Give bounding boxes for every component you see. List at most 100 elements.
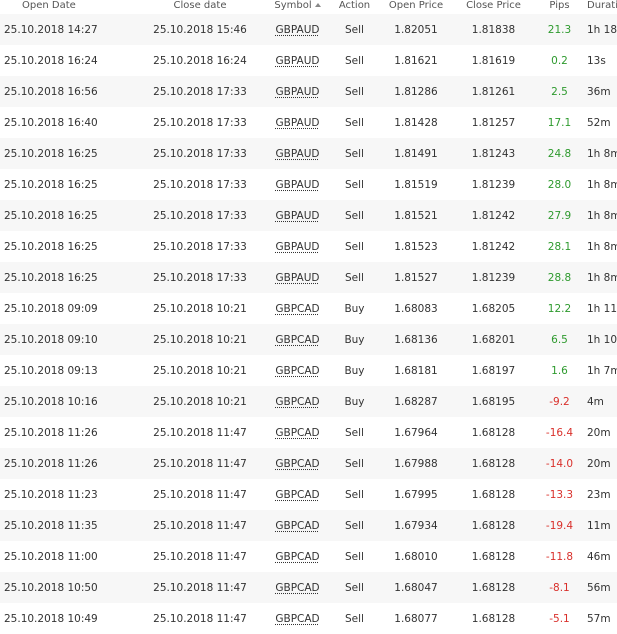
symbol-link[interactable]: GBPAUD xyxy=(276,148,320,160)
pips-cell: 28.0 xyxy=(532,169,587,200)
symbol-link[interactable]: GBPAUD xyxy=(276,117,320,129)
symbol-link[interactable]: GBPCAD xyxy=(275,396,319,408)
column-header-close-date[interactable]: Close date xyxy=(137,0,263,14)
open-price-cell: 1.67995 xyxy=(377,479,455,510)
symbol-cell: GBPCAD xyxy=(263,448,332,479)
close-price-cell: 1.81242 xyxy=(455,200,532,231)
close-date-cell: 25.10.2018 11:47 xyxy=(137,572,263,603)
open-price-cell: 1.82051 xyxy=(377,14,455,45)
symbol-link[interactable]: GBPAUD xyxy=(276,55,320,67)
action-cell: Buy xyxy=(332,355,377,386)
close-price-cell: 1.68128 xyxy=(455,572,532,603)
action-cell: Sell xyxy=(332,14,377,45)
pips-cell: 24.8 xyxy=(532,138,587,169)
column-header-symbol[interactable]: Symbol xyxy=(263,0,332,14)
close-date-cell: 25.10.2018 10:21 xyxy=(137,355,263,386)
symbol-cell: GBPCAD xyxy=(263,355,332,386)
symbol-link[interactable]: GBPCAD xyxy=(275,303,319,315)
symbol-link[interactable]: GBPAUD xyxy=(276,210,320,222)
column-header-close-price[interactable]: Close Price xyxy=(455,0,532,14)
symbol-link[interactable]: GBPCAD xyxy=(275,489,319,501)
duration-cell: 1h 8m xyxy=(587,231,617,262)
pips-cell: -13.3 xyxy=(532,479,587,510)
action-cell: Sell xyxy=(332,448,377,479)
column-header-open-price[interactable]: Open Price xyxy=(377,0,455,14)
close-price-cell: 1.68201 xyxy=(455,324,532,355)
close-price-cell: 1.68205 xyxy=(455,293,532,324)
close-price-cell: 1.81242 xyxy=(455,231,532,262)
close-date-cell: 25.10.2018 16:24 xyxy=(137,45,263,76)
pips-cell: -8.1 xyxy=(532,572,587,603)
symbol-link[interactable]: GBPAUD xyxy=(276,24,320,36)
open-date-cell: 25.10.2018 16:25 xyxy=(0,231,137,262)
open-date-cell: 25.10.2018 16:25 xyxy=(0,262,137,293)
close-date-cell: 25.10.2018 17:33 xyxy=(137,76,263,107)
symbol-cell: GBPCAD xyxy=(263,510,332,541)
symbol-cell: GBPAUD xyxy=(263,107,332,138)
open-date-cell: 25.10.2018 11:23 xyxy=(0,479,137,510)
action-cell: Sell xyxy=(332,76,377,107)
close-price-cell: 1.81261 xyxy=(455,76,532,107)
duration-cell: 1h 8m xyxy=(587,200,617,231)
close-date-cell: 25.10.2018 17:33 xyxy=(137,262,263,293)
column-header-pips[interactable]: Pips xyxy=(532,0,587,14)
table-row: 25.10.2018 10:49 25.10.2018 11:47 GBPCAD Se… xyxy=(0,603,617,634)
column-header-open-date[interactable]: Open Date xyxy=(0,0,137,14)
symbol-link[interactable]: GBPCAD xyxy=(275,551,319,563)
open-date-cell: 25.10.2018 16:56 xyxy=(0,76,137,107)
symbol-link[interactable]: GBPCAD xyxy=(275,427,319,439)
open-date-cell: 25.10.2018 10:50 xyxy=(0,572,137,603)
pips-cell: -19.4 xyxy=(532,510,587,541)
duration-cell: 46m xyxy=(587,541,617,572)
table-row: 25.10.2018 14:27 25.10.2018 15:46 GBPAUD Se… xyxy=(0,14,617,45)
close-date-cell: 25.10.2018 11:47 xyxy=(137,510,263,541)
symbol-link[interactable]: GBPCAD xyxy=(275,582,319,594)
symbol-link[interactable]: GBPAUD xyxy=(276,272,320,284)
close-price-cell: 1.68195 xyxy=(455,386,532,417)
pips-cell: -5.1 xyxy=(532,603,587,634)
close-price-cell: 1.81838 xyxy=(455,14,532,45)
close-price-cell: 1.81257 xyxy=(455,107,532,138)
duration-cell: 23m xyxy=(587,479,617,510)
open-price-cell: 1.81523 xyxy=(377,231,455,262)
column-header-duration[interactable]: Duration xyxy=(587,0,617,14)
pips-cell: 17.1 xyxy=(532,107,587,138)
symbol-link[interactable]: GBPCAD xyxy=(275,365,319,377)
symbol-link[interactable]: GBPAUD xyxy=(276,241,320,253)
header-row: Open Date Close date Symbol Action Open … xyxy=(0,0,617,14)
action-cell: Sell xyxy=(332,45,377,76)
close-price-cell: 1.68128 xyxy=(455,510,532,541)
open-price-cell: 1.67934 xyxy=(377,510,455,541)
close-date-cell: 25.10.2018 11:47 xyxy=(137,603,263,634)
action-cell: Sell xyxy=(332,417,377,448)
close-date-cell: 25.10.2018 15:46 xyxy=(137,14,263,45)
close-price-cell: 1.68128 xyxy=(455,603,532,634)
symbol-link[interactable]: GBPAUD xyxy=(276,179,320,191)
symbol-cell: GBPCAD xyxy=(263,417,332,448)
open-date-cell: 25.10.2018 09:09 xyxy=(0,293,137,324)
duration-cell: 36m xyxy=(587,76,617,107)
duration-cell: 20m xyxy=(587,448,617,479)
table-row: 25.10.2018 16:24 25.10.2018 16:24 GBPAUD Se… xyxy=(0,45,617,76)
open-date-cell: 25.10.2018 16:40 xyxy=(0,107,137,138)
symbol-link[interactable]: GBPCAD xyxy=(275,520,319,532)
open-price-cell: 1.67964 xyxy=(377,417,455,448)
symbol-cell: GBPAUD xyxy=(263,45,332,76)
open-date-cell: 25.10.2018 09:13 xyxy=(0,355,137,386)
symbol-link[interactable]: GBPCAD xyxy=(275,334,319,346)
pips-cell: 27.9 xyxy=(532,200,587,231)
symbol-link[interactable]: GBPCAD xyxy=(275,613,319,625)
table-row: 25.10.2018 09:13 25.10.2018 10:21 GBPCAD Bu… xyxy=(0,355,617,386)
column-header-action[interactable]: Action xyxy=(332,0,377,14)
close-price-cell: 1.68128 xyxy=(455,479,532,510)
table-row: 25.10.2018 09:09 25.10.2018 10:21 GBPCAD Bu… xyxy=(0,293,617,324)
pips-cell: 6.5 xyxy=(532,324,587,355)
pips-cell: -9.2 xyxy=(532,386,587,417)
symbol-link[interactable]: GBPCAD xyxy=(275,458,319,470)
symbol-link[interactable]: GBPAUD xyxy=(276,86,320,98)
action-cell: Buy xyxy=(332,324,377,355)
table-row: 25.10.2018 16:40 25.10.2018 17:33 GBPAUD Se… xyxy=(0,107,617,138)
close-date-cell: 25.10.2018 11:47 xyxy=(137,541,263,572)
pips-cell: 28.8 xyxy=(532,262,587,293)
close-price-cell: 1.68128 xyxy=(455,417,532,448)
